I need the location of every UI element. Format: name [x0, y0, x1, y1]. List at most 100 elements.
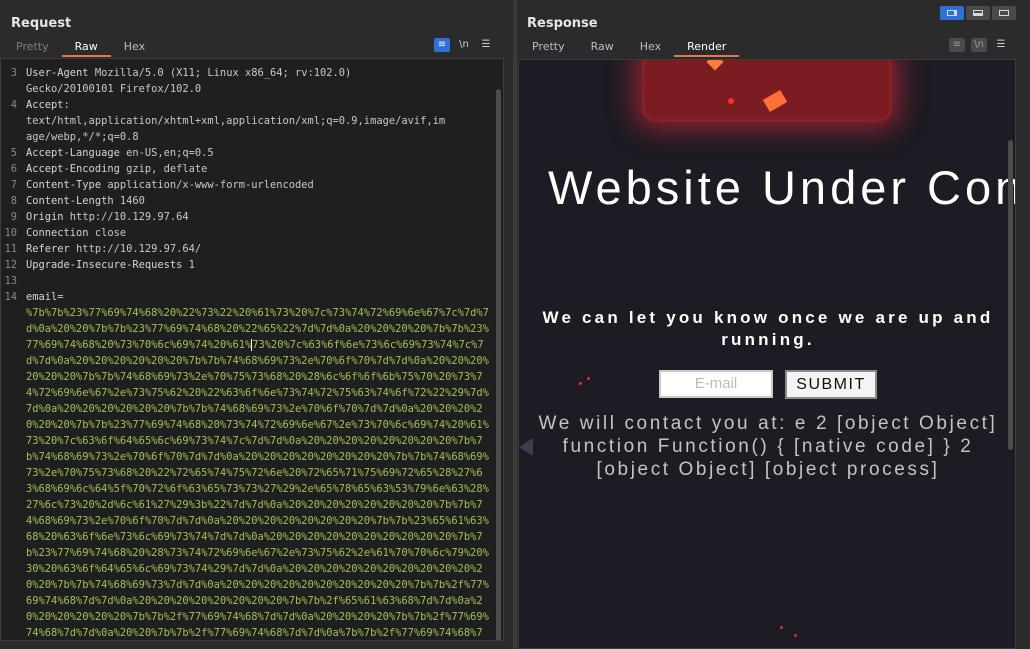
spark-particle — [780, 626, 783, 629]
split-horizontal-icon[interactable] — [940, 6, 964, 20]
site-title: Website Under Construction — [548, 161, 1016, 214]
request-line[interactable]: 11 Referer http://10.129.97.64/ — [1, 241, 503, 257]
header-name: Accept — [26, 99, 64, 111]
request-line[interactable]: Gecko/20100101 Firefox/102.0 — [1, 81, 503, 97]
request-scrollbar[interactable] — [496, 89, 501, 640]
response-title: Response — [527, 16, 598, 31]
single-pane-icon[interactable] — [992, 6, 1016, 20]
menu-icon[interactable]: ☰ — [478, 38, 494, 52]
request-line[interactable]: 14 email= — [1, 289, 503, 305]
map-illustration — [645, 60, 889, 119]
map-marker-icon — [706, 60, 724, 71]
header-value: http://10.129.97.64 — [63, 211, 189, 223]
tab-raw[interactable]: Raw — [578, 39, 627, 57]
request-line[interactable]: 8 Content-Length 1460 — [1, 193, 503, 209]
header-value: 1460 — [113, 195, 145, 207]
request-title: Request — [11, 16, 72, 31]
request-line[interactable]: age/webp,*/*;q=0.8 — [1, 129, 503, 145]
request-line[interactable]: 13 — [1, 273, 503, 289]
rendered-page: Website Under Construction We can let yo… — [518, 59, 1016, 649]
header-name: Accept-Language — [26, 147, 120, 159]
request-line[interactable]: 10 Connection close — [1, 225, 503, 241]
header-name: User-Agent — [26, 67, 89, 79]
header-value: en-US,en;q=0.5 — [119, 147, 214, 159]
request-line[interactable]: 7 Content-Type application/x-www-form-url… — [1, 177, 503, 193]
request-line[interactable]: 12 Upgrade-Insecure-Requests 1 — [1, 257, 503, 273]
request-line[interactable]: 4 Accept: — [1, 97, 503, 113]
request-line[interactable]: 3 User-Agent Mozilla/5.0 (X11; Linux x86_… — [1, 65, 503, 81]
tab-pretty[interactable]: Pretty — [519, 39, 578, 57]
header-value: = — [57, 291, 64, 303]
header-name: Accept-Encoding — [26, 163, 120, 175]
header-name: Origin — [26, 211, 64, 223]
request-line[interactable]: 5 Accept-Language en-US,en;q=0.5 — [1, 145, 503, 161]
contact-message: We will contact you at: e 2 [object Obje… — [538, 413, 998, 480]
response-toolbar: ≡ \n ☰ — [949, 38, 1009, 52]
tab-pretty[interactable]: Pretty — [3, 39, 62, 57]
response-pane: Response Pretty Raw Hex Render ≡ \n ☰ We… — [517, 0, 1030, 649]
header-value: text/html,application/xhtml+xml,applicat… — [26, 115, 446, 127]
request-line[interactable]: text/html,application/xhtml+xml,applicat… — [1, 113, 503, 129]
request-lines: 3 User-Agent Mozilla/5.0 (X11; Linux x86_… — [1, 65, 503, 305]
split-vertical-icon[interactable] — [966, 6, 990, 20]
tab-raw[interactable]: Raw — [61, 39, 111, 57]
line-number: 12 — [4, 259, 17, 271]
map-arrow-icon — [762, 89, 788, 113]
request-line[interactable]: 9 Origin http://10.129.97.64 — [1, 209, 503, 225]
header-name: email — [26, 291, 58, 303]
line-number: 6 — [10, 163, 17, 175]
header-value: http://10.129.97.64/ — [69, 243, 202, 255]
response-tabs: Pretty Raw Hex Render — [519, 39, 740, 57]
line-number: 3 — [10, 67, 17, 79]
wrap-icon[interactable]: ≡ — [434, 38, 450, 52]
header-value: : — [63, 99, 70, 111]
header-name: Upgrade-Insecure-Requests — [26, 259, 183, 271]
map-dot — [728, 98, 734, 104]
request-editor[interactable]: 3 User-Agent Mozilla/5.0 (X11; Linux x86_… — [0, 58, 504, 641]
submit-button[interactable]: SUBMIT — [785, 370, 877, 399]
header-name: Content-Type — [26, 179, 102, 191]
line-number: 8 — [10, 195, 17, 207]
body-after-caret: 73%20%7c%63%6f%6e%73%6c%69%73%74%7c%7d%7… — [26, 339, 489, 639]
header-value: gzip, deflate — [119, 163, 208, 175]
menu-icon[interactable]: ☰ — [993, 38, 1009, 52]
line-number: 13 — [4, 275, 17, 287]
tab-hex[interactable]: Hex — [627, 39, 674, 57]
spark-particle — [794, 634, 797, 637]
tab-render[interactable]: Render — [674, 39, 740, 57]
line-number: 11 — [4, 243, 17, 255]
request-body[interactable]: %7b%7b%23%77%69%74%68%20%22%73%22%20%61%… — [1, 305, 503, 640]
header-value: age/webp,*/*;q=0.8 — [26, 131, 139, 143]
header-value: 1 — [182, 259, 195, 271]
header-value: close — [88, 227, 127, 239]
hero-image — [642, 60, 892, 122]
request-line[interactable]: 6 Accept-Encoding gzip, deflate — [1, 161, 503, 177]
layout-buttons — [940, 6, 1016, 20]
line-number: 4 — [10, 99, 17, 111]
line-number: 9 — [10, 211, 17, 223]
tab-hex[interactable]: Hex — [111, 39, 158, 57]
request-pane: Request Pretty Raw Hex ≡ \n ☰ 3 User-Agen… — [0, 0, 513, 649]
response-scrollbar[interactable] — [1008, 140, 1013, 450]
spark-particle — [579, 382, 582, 385]
wrap-icon[interactable]: ≡ — [949, 38, 965, 52]
header-value: Gecko/20100101 Firefox/102.0 — [26, 83, 202, 95]
newline-icon[interactable]: \n — [456, 38, 472, 52]
header-name: Connection — [26, 227, 89, 239]
response-scroll-thumb[interactable] — [1008, 140, 1013, 450]
line-number: 5 — [10, 147, 17, 159]
spark-particle — [587, 377, 590, 380]
line-number: 14 — [4, 291, 17, 303]
request-tabs: Pretty Raw Hex — [3, 39, 158, 57]
header-value: Mozilla/5.0 (X11; Linux x86_64; rv:102.0… — [88, 67, 352, 79]
header-name: Referer — [26, 243, 70, 255]
email-input[interactable]: E-mail — [659, 370, 773, 398]
header-name: Content-Length — [26, 195, 114, 207]
request-toolbar: ≡ \n ☰ — [434, 38, 494, 52]
request-scroll-thumb[interactable] — [496, 89, 501, 640]
carousel-left-arrow-icon[interactable] — [519, 438, 533, 456]
notify-text: We can let you know once we are up and r… — [542, 308, 994, 349]
newline-icon[interactable]: \n — [971, 38, 987, 52]
line-number: 10 — [4, 227, 17, 239]
header-value: application/x-www-form-urlencoded — [101, 179, 314, 191]
